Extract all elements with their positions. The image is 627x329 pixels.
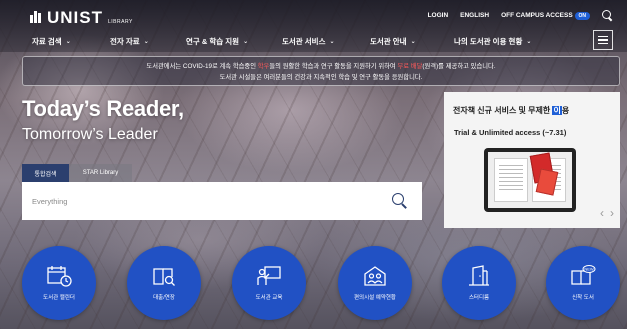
off-campus-access-link[interactable]: OFF CAMPUS ACCESS ON [501,12,590,20]
nav-label: 도서관 서비스 [282,37,326,46]
chevron-down-icon: ⌄ [410,39,416,45]
logo-word: UNIST [47,8,103,27]
nav-item-research-support[interactable]: 연구 & 학습 지원 ⌄ [186,36,282,47]
hero-title: Today’s Reader, [22,96,184,121]
notice-line-2: 도서관 시설들은 여러분들의 건강과 지속적인 학습 및 연구 활동을 응원합니… [219,74,423,81]
nav-label: 전자 자료 [110,37,140,46]
banner-title: 전자책 신규 서비스 및 무제한 이용 [453,105,569,116]
quick-link-label: 편의시설 예약현황 [353,295,396,301]
tab-star-library[interactable]: STAR Library [69,164,132,182]
off-campus-label: OFF CAMPUS ACCESS [501,12,573,19]
chevron-down-icon: ⌄ [243,39,249,45]
covid-notice[interactable]: 도서관에서는 COVID-19로 계속 학습중인 학우들의 원활한 학습과 연구… [22,56,620,86]
nav-label: 자료 검색 [32,37,62,46]
notice-highlight: 무료 배달 [397,63,423,70]
calendar-clock-icon [47,266,72,287]
notice-line-1: 도서관에서는 COVID-19로 계속 학습중인 학우들의 원활한 학습과 연구… [23,61,619,72]
banner-title-text: 용 [561,106,570,115]
notice-highlight: 학우 [257,63,270,70]
quick-link-education[interactable]: 도서관 교육 [232,246,306,320]
hero-subtitle: Tomorrow’s Leader [22,126,158,143]
quick-link-facility-reservation[interactable]: 편의시설 예약현황 [338,246,412,320]
chevron-right-icon[interactable]: › [610,206,614,220]
search-input[interactable] [32,196,372,206]
ebook-promo-banner[interactable]: 전자책 신규 서비스 및 무제한 이용 Trial & Unlimited ac… [444,92,620,228]
quick-link-label: 도서관 캘린더 [43,295,75,301]
logo-mark-icon [30,11,44,23]
chevron-left-icon[interactable]: ‹ [600,206,604,220]
chevron-down-icon: ⌄ [65,39,71,45]
off-campus-toggle[interactable]: ON [574,12,590,20]
people-room-icon [364,266,386,286]
notice-text: (원격)를 제공하고 있습니다. [422,63,496,70]
quick-link-label: 신착 도서 [572,295,594,301]
logo-sub: LIBRARY [108,19,133,25]
chevron-down-icon: ⌄ [526,39,532,45]
chevron-down-icon: ⌄ [329,39,335,45]
nav-label: 나의 도서관 이용 현황 [454,37,523,46]
banner-title-text: 전자책 신규 서비스 및 무제한 [453,106,553,115]
search-icon[interactable] [602,10,613,21]
tab-integrated-search[interactable]: 통합검색 [22,164,69,182]
logo[interactable]: UNIST LIBRARY [30,8,133,28]
teacher-board-icon [257,266,281,285]
new-book-icon: NEW [571,265,596,285]
banner-title-boxed: 이 [552,106,562,115]
hamburger-menu-button[interactable] [593,30,613,50]
nav-item-library-guide[interactable]: 도서관 안내 ⌄ [370,36,454,47]
quick-links: 도서관 캘린더 대출/연장 도서관 교육 편의시설 예약현황 스터디룸 NEW … [22,246,620,322]
quick-link-new-books[interactable]: NEW 신착 도서 [546,246,620,320]
nav-item-my-library[interactable]: 나의 도서관 이용 현황 ⌄ [454,36,554,47]
search-box [22,182,422,220]
quick-link-study-room[interactable]: 스터디룸 [442,246,516,320]
quick-link-loan-renewal[interactable]: 대출/연장 [127,246,201,320]
nav-label: 연구 & 학습 지원 [186,37,240,46]
banner-nav: ‹ › [600,206,614,220]
utility-nav: LOGIN ENGLISH OFF CAMPUS ACCESS ON [428,10,613,21]
nav-item-e-resources[interactable]: 전자 자료 ⌄ [110,36,186,47]
search-submit-icon[interactable] [392,193,408,209]
menu-bar-icon [598,35,608,38]
banner-subtitle: Trial & Unlimited access (~7.31) [454,128,567,137]
door-room-icon [469,265,489,286]
login-link[interactable]: LOGIN [428,12,449,19]
chevron-down-icon: ⌄ [143,39,149,45]
quick-link-label: 스터디룸 [468,295,490,301]
quick-link-calendar[interactable]: 도서관 캘린더 [22,246,96,320]
notice-text: 들의 원활한 학습과 연구 활동을 지원하기 위하여 [269,63,398,70]
nav-item-library-services[interactable]: 도서관 서비스 ⌄ [282,36,370,47]
nav-item-search[interactable]: 자료 검색 ⌄ [32,36,110,47]
notice-text: 도서관에서는 COVID-19로 계속 학습중인 [146,63,258,70]
new-badge-text: NEW [584,267,594,272]
main-nav: 자료 검색 ⌄ 전자 자료 ⌄ 연구 & 학습 지원 ⌄ 도서관 서비스 ⌄ 도… [32,36,554,47]
quick-link-label: 대출/연장 [153,295,175,301]
menu-bar-icon [598,42,608,45]
quick-link-label: 도서관 교육 [255,295,283,301]
english-link[interactable]: ENGLISH [460,12,489,19]
book-page [494,158,528,202]
menu-bar-icon [598,39,608,41]
nav-label: 도서관 안내 [370,37,407,46]
book-search-icon [153,268,175,286]
search-tabs: 통합검색 STAR Library [22,164,132,182]
